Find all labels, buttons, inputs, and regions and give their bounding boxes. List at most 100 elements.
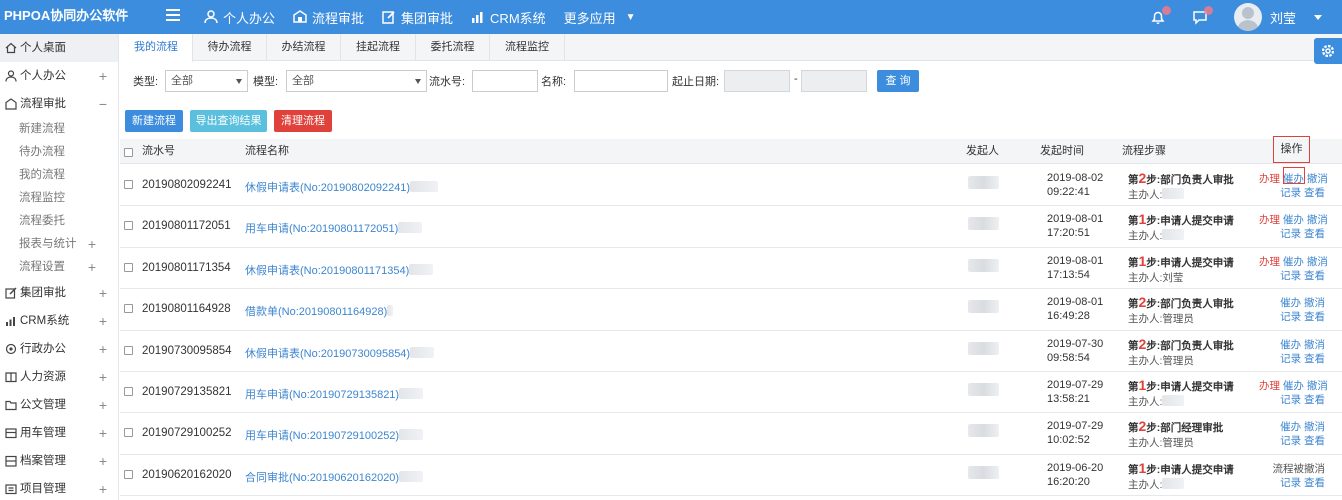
sidebar-item-vehicles[interactable]: 用车管理 + bbox=[0, 419, 118, 447]
sidebar-sub-new-workflow[interactable]: 新建流程 bbox=[0, 118, 118, 141]
record-link[interactable]: 记录 bbox=[1280, 435, 1301, 447]
revoke-link[interactable]: 撤消 bbox=[1307, 214, 1328, 226]
handle-link[interactable]: 办理 bbox=[1259, 380, 1280, 392]
record-link[interactable]: 记录 bbox=[1280, 187, 1301, 199]
row-workflow-name-link[interactable]: 用车申请(No:20190729135821) bbox=[245, 386, 424, 402]
view-link[interactable]: 查看 bbox=[1304, 187, 1325, 199]
urge-link[interactable]: 催办 bbox=[1280, 339, 1301, 351]
revoke-link[interactable]: 撤消 bbox=[1304, 339, 1325, 351]
record-link[interactable]: 记录 bbox=[1280, 311, 1301, 323]
view-link[interactable]: 查看 bbox=[1304, 394, 1325, 406]
topnav-personal-office[interactable]: 个人办公 bbox=[204, 8, 275, 27]
expand-icon[interactable]: + bbox=[99, 363, 107, 391]
row-checkbox[interactable] bbox=[124, 387, 133, 396]
row-checkbox[interactable] bbox=[124, 469, 133, 479]
sidebar-item-crm[interactable]: CRM系统 + bbox=[0, 307, 118, 335]
sidebar-sub-settings[interactable]: 流程设置 + bbox=[0, 256, 118, 279]
expand-icon[interactable]: + bbox=[88, 256, 96, 279]
record-link[interactable]: 记录 bbox=[1280, 228, 1301, 240]
topnav-group-approval[interactable]: 集团审批 bbox=[382, 8, 453, 27]
collapse-icon[interactable]: − bbox=[99, 90, 107, 118]
revoke-link[interactable]: 撤消 bbox=[1307, 380, 1328, 392]
sidebar-sub-monitor[interactable]: 流程监控 bbox=[0, 187, 118, 210]
row-workflow-name-link[interactable]: 借款单(No:20190801164928) bbox=[245, 303, 394, 319]
clear-workflow-button[interactable]: 清理流程 bbox=[274, 110, 332, 132]
settings-gear-icon[interactable] bbox=[1314, 38, 1342, 64]
record-link[interactable]: 记录 bbox=[1280, 394, 1301, 406]
row-checkbox[interactable] bbox=[124, 180, 133, 189]
urge-link[interactable]: 催办 bbox=[1283, 214, 1304, 226]
record-link[interactable]: 记录 bbox=[1280, 353, 1301, 365]
query-button[interactable]: 查 询 bbox=[877, 70, 919, 92]
expand-icon[interactable]: + bbox=[99, 335, 107, 363]
type-select[interactable]: 全部 bbox=[165, 70, 248, 92]
urge-link[interactable]: 催办 bbox=[1283, 380, 1304, 392]
view-link[interactable]: 查看 bbox=[1304, 353, 1325, 365]
sidebar-item-archives[interactable]: 档案管理 + bbox=[0, 447, 118, 475]
tab-suspended-workflow[interactable]: 挂起流程 bbox=[341, 34, 416, 61]
sidebar-item-group-approval[interactable]: 集团审批 + bbox=[0, 279, 118, 307]
row-checkbox[interactable] bbox=[124, 304, 133, 314]
urge-link[interactable]: 催办 bbox=[1280, 297, 1301, 309]
sidebar-item-workflow[interactable]: 流程审批 − bbox=[0, 90, 118, 118]
handle-link[interactable]: 办理 bbox=[1259, 173, 1280, 185]
row-checkbox[interactable] bbox=[124, 262, 133, 272]
model-select[interactable]: 全部 bbox=[286, 70, 427, 92]
row-workflow-name-link[interactable]: 用车申请(No:20190801172051) bbox=[245, 220, 423, 236]
avatar[interactable] bbox=[1233, 3, 1262, 31]
sidebar-item-admin[interactable]: 行政办公 + bbox=[0, 335, 118, 363]
revoke-link[interactable]: 撤消 bbox=[1307, 173, 1328, 185]
expand-icon[interactable]: + bbox=[99, 307, 107, 335]
sidebar-item-projects[interactable]: 项目管理 + bbox=[0, 475, 118, 500]
revoke-link[interactable]: 撤消 bbox=[1304, 297, 1325, 309]
expand-icon[interactable]: + bbox=[99, 419, 107, 447]
tab-monitor-workflow[interactable]: 流程监控 bbox=[490, 34, 565, 61]
topnav-more-apps[interactable]: 更多应用 ▼ bbox=[564, 8, 636, 27]
record-link[interactable]: 记录 bbox=[1280, 477, 1301, 489]
record-link[interactable]: 记录 bbox=[1280, 270, 1301, 282]
handle-link[interactable]: 办理 bbox=[1259, 214, 1280, 226]
view-link[interactable]: 查看 bbox=[1304, 435, 1325, 447]
tab-my-workflow[interactable]: 我的流程 bbox=[120, 34, 193, 62]
expand-icon[interactable]: + bbox=[99, 475, 107, 500]
start-date-input[interactable] bbox=[724, 70, 790, 92]
urge-link[interactable]: 催办 bbox=[1283, 256, 1304, 268]
user-name[interactable]: 刘莹 bbox=[1270, 8, 1296, 27]
row-workflow-name-link[interactable]: 休假申请表(No:20190801171354) bbox=[245, 262, 434, 278]
new-workflow-button[interactable]: 新建流程 bbox=[125, 110, 183, 132]
view-link[interactable]: 查看 bbox=[1304, 270, 1325, 282]
sidebar-sub-delegate[interactable]: 流程委托 bbox=[0, 210, 118, 233]
tab-todo-workflow[interactable]: 待办流程 bbox=[193, 34, 267, 61]
sidebar-sub-reports[interactable]: 报表与统计 + bbox=[0, 233, 118, 256]
sidebar-sub-todo-workflow[interactable]: 待办流程 bbox=[0, 141, 118, 164]
topnav-crm[interactable]: CRM系统 bbox=[471, 8, 546, 27]
select-all-checkbox[interactable] bbox=[124, 148, 133, 157]
message-icon[interactable] bbox=[1192, 6, 1213, 25]
row-workflow-name-link[interactable]: 休假申请表(No:20190802092241) bbox=[245, 179, 439, 195]
row-checkbox[interactable] bbox=[124, 221, 133, 231]
revoke-link[interactable]: 撤消 bbox=[1307, 256, 1328, 268]
tab-done-workflow[interactable]: 办结流程 bbox=[267, 34, 341, 61]
urge-link[interactable]: 催办 bbox=[1280, 421, 1301, 433]
expand-icon[interactable]: + bbox=[99, 447, 107, 475]
sidebar-item-documents[interactable]: 公文管理 + bbox=[0, 391, 118, 419]
sidebar-item-personal[interactable]: 个人办公 + bbox=[0, 62, 118, 90]
sidebar-item-hr[interactable]: 人力资源 + bbox=[0, 363, 118, 391]
view-link[interactable]: 查看 bbox=[1304, 477, 1325, 489]
user-menu-chevron-icon[interactable] bbox=[1314, 14, 1322, 20]
topnav-workflow[interactable]: 流程审批 bbox=[293, 8, 364, 27]
sidebar-sub-my-workflow[interactable]: 我的流程 bbox=[0, 164, 118, 187]
end-date-input[interactable] bbox=[801, 70, 867, 92]
menu-toggle-icon[interactable] bbox=[166, 9, 180, 23]
sidebar-item-desktop[interactable]: 个人桌面 bbox=[0, 34, 118, 62]
row-checkbox[interactable] bbox=[124, 345, 133, 355]
row-checkbox[interactable] bbox=[124, 428, 133, 438]
handle-link[interactable]: 办理 bbox=[1259, 256, 1280, 268]
row-workflow-name-link[interactable]: 休假申请表(No:20190730095854) bbox=[245, 345, 435, 361]
view-link[interactable]: 查看 bbox=[1304, 311, 1325, 323]
row-workflow-name-link[interactable]: 合同审批(No:20190620162020) bbox=[245, 469, 424, 485]
row-workflow-name-link[interactable]: 用车申请(No:20190729100252) bbox=[245, 427, 424, 443]
name-input[interactable] bbox=[574, 70, 668, 92]
view-link[interactable]: 查看 bbox=[1304, 228, 1325, 240]
export-results-button[interactable]: 导出查询结果 bbox=[190, 110, 267, 132]
